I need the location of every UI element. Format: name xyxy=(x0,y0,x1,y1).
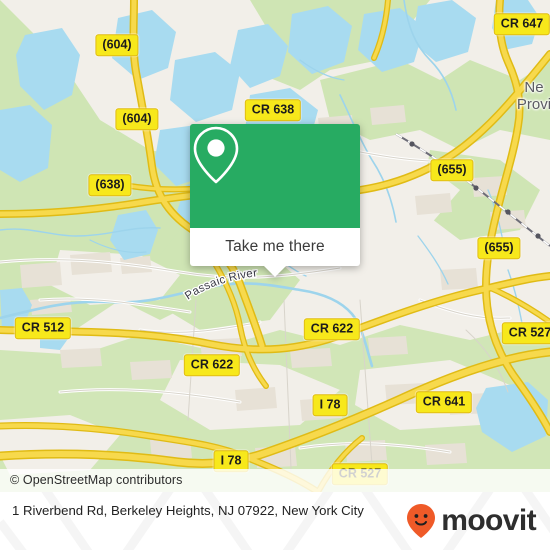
footer-bar: 1 Riverbend Rd, Berkeley Heights, NJ 079… xyxy=(0,492,550,550)
route-shield: CR 527 xyxy=(501,322,550,344)
map-canvas[interactable]: Passaic River (604) CR 638 (604) CR 647 (638… xyxy=(0,0,550,492)
route-shield: CR 641 xyxy=(415,391,473,413)
route-shield: (604) xyxy=(115,108,159,130)
route-shield: (604) xyxy=(95,34,139,56)
take-me-there-button[interactable]: Take me there xyxy=(190,228,360,277)
route-shield: CR 512 xyxy=(14,317,72,339)
address-text: 1 Riverbend Rd, Berkeley Heights, NJ 079… xyxy=(12,503,364,518)
map-screenshot: Passaic River (604) CR 638 (604) CR 647 (638… xyxy=(0,0,550,550)
route-shield: (638) xyxy=(88,174,132,196)
route-shield: CR 622 xyxy=(303,318,361,340)
place-label-line: Provi xyxy=(516,96,550,113)
osm-attribution[interactable]: © OpenStreetMap contributors xyxy=(0,469,550,492)
take-me-there-label: Take me there xyxy=(225,238,325,255)
route-shield: (655) xyxy=(430,159,474,181)
route-shield: (655) xyxy=(477,237,521,259)
moovit-wordmark: moovit xyxy=(441,504,536,537)
map-pin-icon xyxy=(193,126,239,184)
location-popup[interactable]: Take me there xyxy=(190,124,360,277)
moovit-smiley-pin-icon xyxy=(407,504,436,538)
route-shield: I 78 xyxy=(312,394,348,416)
moovit-logo[interactable]: moovit xyxy=(406,492,537,550)
popup-header xyxy=(190,124,360,228)
popup-pointer xyxy=(264,266,286,277)
place-label-line: Ne xyxy=(524,78,544,96)
route-shield: CR 638 xyxy=(244,99,302,121)
route-shield: CR 622 xyxy=(183,354,241,376)
route-shield: CR 647 xyxy=(493,13,550,35)
place-label: Ne Provi xyxy=(517,79,550,114)
